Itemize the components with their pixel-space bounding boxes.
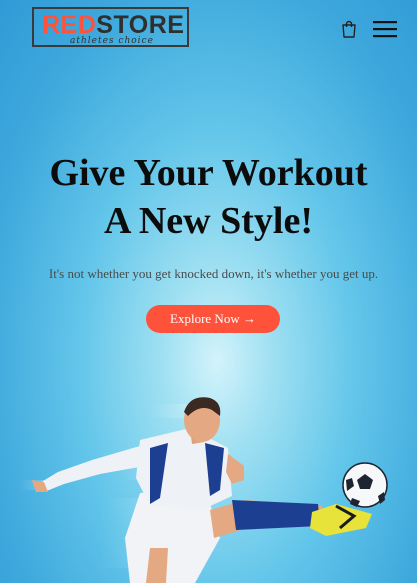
explore-now-button[interactable]: Explore Now → xyxy=(146,305,280,333)
site-header: REDSTORE athletes choice xyxy=(0,0,417,58)
shopping-bag-icon[interactable] xyxy=(341,20,357,38)
logo-red-text: RED xyxy=(42,11,97,39)
brand-logo[interactable]: REDSTORE athletes choice xyxy=(32,7,189,47)
hero-subtitle: It's not whether you get knocked down, i… xyxy=(48,266,379,281)
hero-title: Give Your Workout A New Style! xyxy=(0,149,417,245)
logo-wordmark: REDSTORE xyxy=(42,11,184,39)
hero-title-line-1: Give Your Workout xyxy=(49,152,368,194)
logo-store-text: STORE xyxy=(96,11,185,39)
soccer-player-image xyxy=(20,397,388,583)
logo-tagline: athletes choice xyxy=(70,36,154,46)
hero-title-line-2: A New Style! xyxy=(104,200,313,242)
hamburger-menu-icon[interactable] xyxy=(373,19,397,39)
